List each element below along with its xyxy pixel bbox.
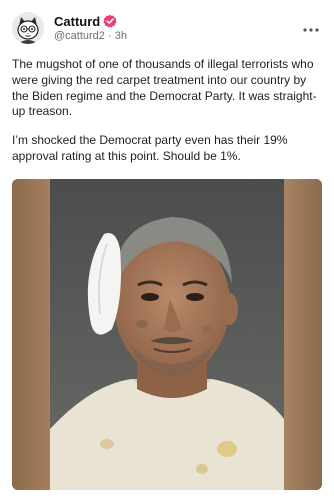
author-meta: @catturd2 · 3h (54, 30, 274, 44)
meta-separator: · (107, 30, 112, 42)
post-body: The mugshot of one of thousands of illeg… (12, 57, 326, 178)
mugshot-photo (12, 179, 322, 490)
avatar[interactable] (12, 12, 44, 44)
author-display-name[interactable]: Catturd (54, 14, 100, 29)
verified-badge-icon (103, 14, 117, 28)
more-dots-icon[interactable] (302, 20, 320, 32)
post-paragraph: I’m shocked the Democrat party even has … (12, 133, 288, 163)
post-media-photo[interactable] (12, 179, 322, 490)
name-row: Catturd (54, 13, 274, 29)
cartoon-cat-avatar-icon (12, 12, 44, 44)
author-handle[interactable]: @catturd2 (54, 30, 105, 42)
post-header: Catturd @catturd2 · 3h (12, 12, 322, 48)
post-time[interactable]: 3h (115, 30, 127, 42)
post-paragraph: The mugshot of one of thousands of illeg… (12, 57, 317, 119)
post-card: Catturd @catturd2 · 3h The mugshot of on… (0, 0, 334, 500)
author-identity: Catturd @catturd2 · 3h (54, 13, 274, 44)
